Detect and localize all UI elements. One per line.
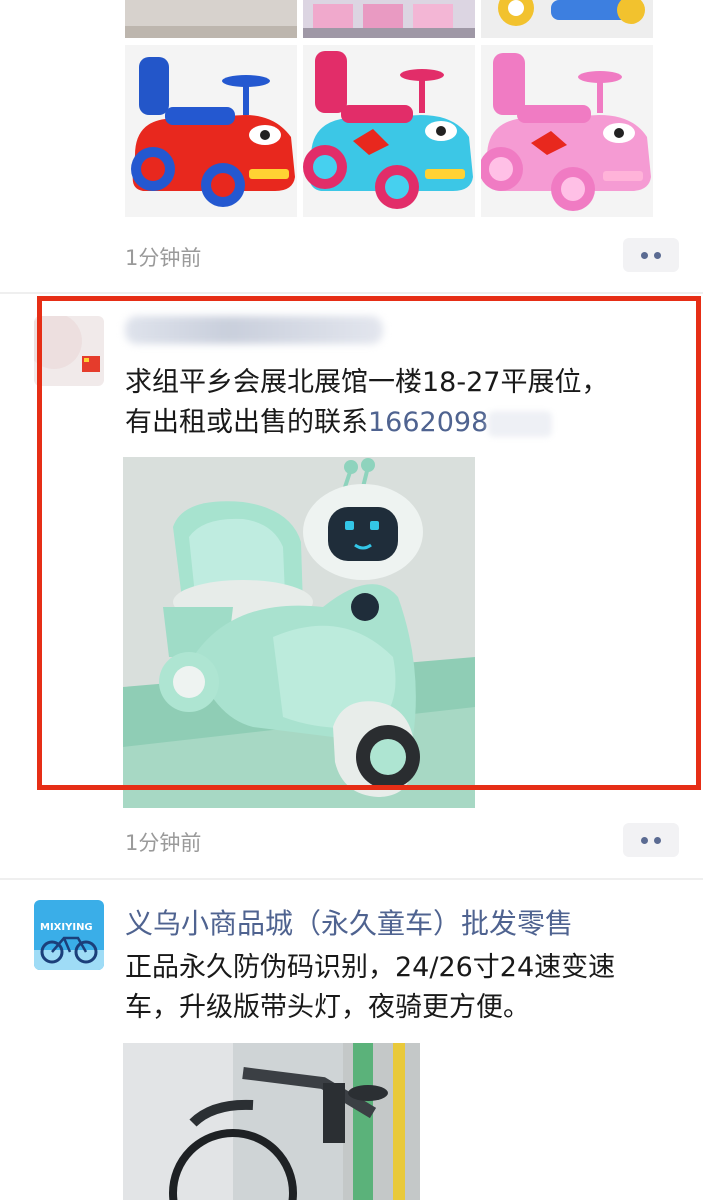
blue-ride-on-car-image[interactable] [303, 45, 475, 217]
pink-ride-on-car-image[interactable] [481, 45, 653, 217]
post2-avatar[interactable] [34, 316, 104, 386]
post-divider [0, 878, 703, 880]
dot-icon [641, 251, 648, 259]
dot-icon [654, 836, 661, 844]
post1-top-strip-mid[interactable] [303, 0, 475, 38]
post3-avatar[interactable]: MIXIYING [34, 900, 104, 970]
post2-author-name-blurred[interactable] [125, 316, 383, 344]
post-divider [0, 292, 703, 294]
post2-text-line1: 求组平乡会展北展馆一楼18-27平展位， [125, 367, 609, 398]
post2-timestamp: 1分钟前 [125, 831, 202, 855]
post1-more-button[interactable] [623, 238, 679, 272]
post2-more-button[interactable] [623, 823, 679, 857]
post3-text-line1: 正品永久防伪码识别，24/26寸24速变速 [125, 952, 616, 983]
dot-icon [641, 836, 648, 844]
red-ride-on-car-image[interactable] [125, 45, 297, 217]
post2-text-line2: 有出租或出售的联系1662098 [125, 403, 685, 443]
post2-phone-link[interactable]: 1662098 [368, 407, 488, 438]
post1-top-strip-right[interactable] [481, 0, 653, 38]
post2-text-line2-prefix: 有出租或出售的联系 [125, 407, 368, 438]
post1-top-strip-left[interactable] [125, 0, 297, 38]
grey-bicycle-image[interactable] [123, 1043, 420, 1200]
post2-phone-redacted [488, 410, 553, 437]
post1-timestamp: 1分钟前 [125, 246, 202, 270]
post3-text: 正品永久防伪码识别，24/26寸24速变速 车，升级版带头灯，夜骑更方便。 [125, 948, 695, 1028]
mint-green-electric-trike-image[interactable] [123, 457, 475, 808]
post3-text-line2: 车，升级版带头灯，夜骑更方便。 [125, 992, 530, 1023]
dot-icon [654, 251, 661, 259]
avatar-brand-text: MIXIYING [40, 922, 93, 933]
post2-text: 求组平乡会展北展馆一楼18-27平展位， 有出租或出售的联系1662098 [125, 363, 685, 443]
post3-author-name[interactable]: 义乌小商品城（永久童车）批发零售 [125, 902, 573, 942]
